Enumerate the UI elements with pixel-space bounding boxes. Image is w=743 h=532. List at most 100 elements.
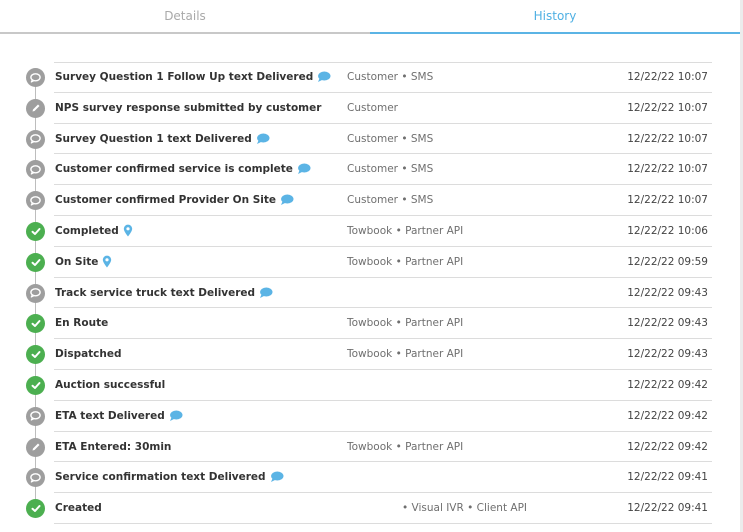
history-timestamp: 12/22/22 09:42	[627, 440, 708, 453]
chat-icon[interactable]	[270, 471, 284, 483]
history-timestamp: 12/22/22 10:07	[627, 101, 708, 114]
history-row: Customer confirmed service is complete Cu…	[0, 154, 740, 186]
history-row: Customer confirmed Provider On Site Custo…	[0, 185, 740, 216]
history-title-text: Customer confirmed Provider On Site	[55, 194, 277, 207]
history-source: Customer • SMS	[347, 132, 434, 145]
history-title: En Route	[55, 308, 108, 338]
history-row: ETA text Delivered 12/22/22 09:42	[0, 401, 740, 432]
chat-icon[interactable]	[256, 133, 270, 145]
tab-bar: Details History	[0, 0, 740, 34]
history-title-text: On Site	[55, 255, 99, 268]
check-icon	[26, 221, 45, 241]
history-timestamp: 12/22/22 09:43	[627, 286, 708, 299]
chat-bubble-icon	[26, 406, 45, 426]
history-source: Customer • SMS	[347, 194, 434, 207]
chat-icon[interactable]	[317, 71, 331, 83]
history-title-text: ETA text Delivered	[55, 409, 165, 422]
history-source: • Visual IVR • Client API	[402, 502, 528, 515]
location-pin-icon[interactable]	[102, 255, 112, 268]
history-title: Auction successful	[55, 370, 165, 400]
history-timestamp: 12/22/22 10:07	[627, 132, 708, 145]
history-row: On Site Towbook • Partner API 12/22/22 09:…	[0, 247, 740, 278]
history-source: Towbook • Partner API	[347, 440, 464, 453]
check-icon	[26, 345, 45, 365]
history-title: Dispatched	[55, 339, 122, 369]
history-source: Towbook • Partner API	[347, 255, 464, 268]
history-title: Service confirmation text Delivered	[55, 462, 284, 492]
history-timestamp: 12/22/22 09:43	[627, 317, 708, 330]
history-title: Track service truck text Delivered	[55, 278, 273, 308]
chat-bubble-icon	[26, 468, 45, 488]
history-timestamp: 12/22/22 10:07	[627, 71, 708, 83]
history-timestamp: 12/22/22 09:41	[627, 502, 708, 515]
history-timestamp: 12/22/22 09:41	[627, 471, 708, 484]
history-title: Customer confirmed service is complete	[55, 154, 311, 184]
history-title-text: Auction successful	[55, 378, 166, 391]
history-source: Towbook • Partner API	[347, 224, 464, 237]
check-icon	[26, 314, 45, 334]
check-icon	[26, 375, 45, 395]
history-timestamp: 12/22/22 09:43	[627, 348, 708, 361]
chat-bubble-icon	[26, 283, 45, 303]
divider	[54, 522, 712, 524]
history-title-text: Created	[55, 502, 102, 515]
history-title-text: Survey Question 1 Follow Up text Deliver…	[55, 71, 314, 83]
chat-icon[interactable]	[297, 163, 311, 175]
history-timestamp: 12/22/22 09:42	[627, 409, 708, 422]
history-source: Customer • SMS	[347, 163, 434, 176]
history-title: Survey Question 1 text Delivered	[55, 124, 270, 154]
pencil-icon	[26, 437, 45, 457]
history-timestamp: 12/22/22 09:59	[627, 255, 708, 268]
chat-icon[interactable]	[280, 194, 294, 206]
tab-details[interactable]: Details	[0, 0, 370, 34]
history-source: Towbook • Partner API	[347, 348, 464, 361]
history-timestamp: 12/22/22 10:07	[627, 194, 708, 207]
history-list: Survey Question 1 Follow Up text Deliver…	[0, 62, 740, 524]
check-icon	[26, 499, 45, 519]
history-title-text: Track service truck text Delivered	[55, 286, 256, 299]
history-row: Survey Question 1 Follow Up text Deliver…	[0, 62, 740, 93]
history-source: Customer	[347, 101, 399, 114]
tab-history[interactable]: History	[370, 0, 740, 34]
history-title-text: Survey Question 1 text Delivered	[55, 132, 252, 145]
history-title-text: Customer confirmed service is complete	[55, 163, 293, 176]
history-row: Auction successful 12/22/22 09:42	[0, 370, 740, 401]
chat-bubble-icon	[26, 68, 45, 87]
history-timestamp: 12/22/22 09:42	[627, 378, 708, 391]
history-row: Survey Question 1 text Delivered Customer…	[0, 124, 740, 155]
history-title-text: ETA Entered: 30min	[55, 440, 172, 453]
history-title: ETA text Delivered	[55, 401, 183, 431]
history-source: Towbook • Partner API	[347, 317, 464, 330]
history-row: Completed Towbook • Partner API 12/22/22 1…	[0, 216, 740, 247]
history-title-text: Dispatched	[55, 348, 122, 361]
pencil-icon	[26, 98, 45, 118]
history-row: En Route Towbook • Partner API 12/22/22 09…	[0, 308, 740, 340]
history-source: Customer • SMS	[347, 71, 434, 83]
history-title-text: NPS survey response submitted by custome…	[55, 101, 322, 114]
history-timestamp: 12/22/22 10:06	[627, 224, 708, 237]
history-title: Completed	[55, 216, 133, 246]
history-title: On Site	[55, 247, 112, 277]
history-title-text: Completed	[55, 224, 119, 237]
history-title-text: En Route	[55, 317, 109, 330]
history-title: Survey Question 1 Follow Up text Deliver…	[55, 62, 331, 92]
history-title: NPS survey response submitted by custome…	[55, 93, 321, 123]
history-row: Service confirmation text Delivered 12/22…	[0, 462, 740, 494]
chat-bubble-icon	[26, 129, 45, 149]
history-title: Created	[55, 493, 102, 523]
history-row: ETA Entered: 30min Towbook • Partner API 1…	[0, 432, 740, 463]
check-icon	[26, 252, 45, 272]
chat-icon[interactable]	[259, 287, 273, 299]
history-row: NPS survey response submitted by custome…	[0, 93, 740, 124]
history-title: Customer confirmed Provider On Site	[55, 185, 294, 215]
chat-bubble-icon	[26, 160, 45, 180]
history-row: Dispatched Towbook • Partner API 12/22/22 …	[0, 339, 740, 370]
history-row: Created • Visual IVR • Client API 12/22/22…	[0, 493, 740, 524]
chat-bubble-icon	[26, 191, 45, 211]
history-row: Track service truck text Delivered 12/22/…	[0, 278, 740, 309]
chat-icon[interactable]	[169, 410, 183, 422]
history-title: ETA Entered: 30min	[55, 432, 171, 462]
location-pin-icon[interactable]	[123, 224, 133, 237]
history-timestamp: 12/22/22 10:07	[627, 163, 708, 176]
history-title-text: Service confirmation text Delivered	[55, 471, 266, 484]
